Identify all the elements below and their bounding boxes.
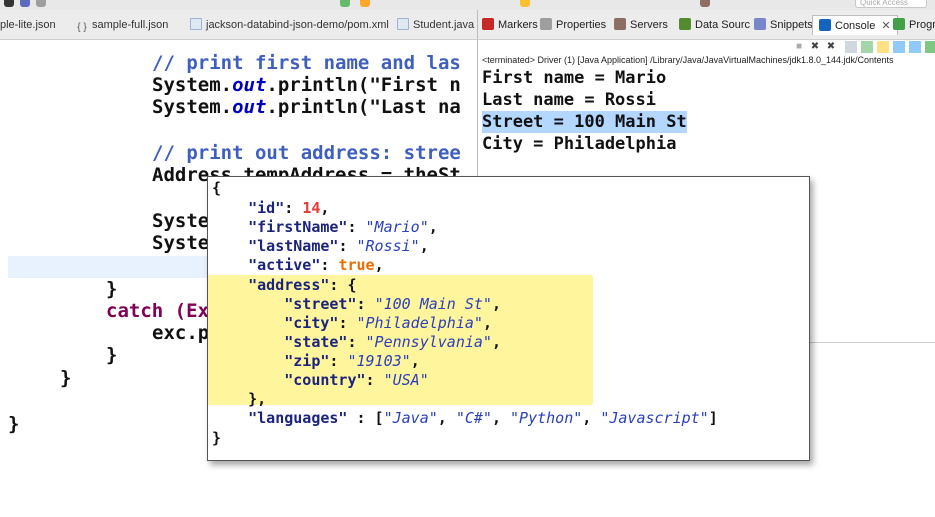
- view-tab-bar: Markers Properties Servers Data Sourc Sn…: [477, 10, 935, 40]
- toolbar-build-icon[interactable]: [360, 0, 370, 7]
- json-line: "active": true,: [248, 256, 384, 274]
- java-file-icon: [397, 18, 409, 30]
- tab-properties[interactable]: Properties: [540, 15, 606, 35]
- toolbar-run-icon[interactable]: [4, 0, 14, 7]
- servers-icon: [614, 18, 626, 30]
- progress-icon: [893, 18, 905, 30]
- editor-tab-sample-full[interactable]: { } sample-full.json: [76, 16, 168, 34]
- tab-label: Console: [835, 20, 876, 32]
- console-toolbar: ■ ✖ ✖: [735, 40, 935, 54]
- code-line: // print out address: stree: [152, 142, 461, 164]
- json-line: "country": "USA": [284, 371, 429, 389]
- json-line: "languages" : ["Java", "C#", "Python", "…: [248, 409, 718, 427]
- json-line: "firstName": "Mario",: [248, 218, 438, 236]
- toolbar-open-icon[interactable]: [700, 0, 710, 7]
- code-line: Syste: [152, 232, 210, 254]
- code-line: Syste: [152, 210, 210, 232]
- code-line: }: [106, 344, 118, 366]
- code-line: exc.p: [152, 322, 210, 344]
- code-line: System.out.println("Last na: [152, 96, 461, 118]
- word-wrap-icon[interactable]: [877, 41, 889, 53]
- tab-label: Snippets: [770, 19, 813, 31]
- tab-label: Student.java: [413, 19, 475, 31]
- remove-all-icon[interactable]: ✖: [825, 41, 837, 53]
- code-line: catch (Ex: [106, 300, 209, 322]
- tab-label: ple-lite.json: [0, 19, 56, 31]
- tab-label: Data Sourc: [695, 19, 751, 31]
- editor-tab-pom-xml[interactable]: jackson-databind-json-demo/pom.xml: [190, 16, 389, 34]
- open-console-icon[interactable]: [925, 41, 935, 53]
- tab-console[interactable]: Console ✕: [812, 15, 898, 35]
- toolbar-debug-icon[interactable]: [340, 0, 350, 7]
- terminate-icon[interactable]: ■: [793, 41, 805, 53]
- code-line: System.out.println("First n: [152, 74, 461, 96]
- editor-tab-student-java[interactable]: Student.java: [397, 16, 474, 34]
- json-line: },: [248, 390, 267, 408]
- editor-tab-sample-lite[interactable]: ple-lite.json: [0, 16, 56, 34]
- close-icon[interactable]: ✕: [881, 20, 890, 32]
- quick-access-input[interactable]: Quick Access: [855, 0, 927, 8]
- tab-label: jackson-databind-json-demo/pom.xml: [206, 19, 389, 31]
- console-status: <terminated> Driver (1) [Java Applicatio…: [482, 55, 894, 65]
- xml-file-icon: [190, 18, 202, 30]
- properties-icon: [540, 18, 552, 30]
- pin-console-icon[interactable]: [893, 41, 905, 53]
- toolbar-search-icon[interactable]: [36, 0, 46, 7]
- tab-progress[interactable]: Progress: [893, 15, 935, 35]
- scroll-lock-icon[interactable]: [861, 41, 873, 53]
- code-line: }: [60, 367, 72, 389]
- data-source-icon: [679, 18, 691, 30]
- code-line: }: [106, 278, 118, 300]
- console-output-line-selected: Street = 100 Main St: [482, 111, 687, 133]
- remove-launch-icon[interactable]: ✖: [809, 41, 821, 53]
- code-line: // print first name and las: [152, 52, 461, 74]
- json-line: "id": 14,: [248, 199, 330, 217]
- console-output-line: City = Philadelphia: [482, 134, 677, 154]
- json-preview-popup: { "id": 14, "firstName": "Mario", "lastN…: [207, 176, 810, 461]
- markers-icon: [482, 18, 494, 30]
- tab-label: sample-full.json: [92, 19, 169, 31]
- json-line: "street": "100 Main St",: [284, 295, 501, 313]
- display-console-icon[interactable]: [909, 41, 921, 53]
- tab-data-source[interactable]: Data Sourc: [679, 15, 750, 35]
- toolbar-nav-icon[interactable]: [520, 0, 530, 7]
- tab-label: Progress: [909, 19, 935, 31]
- json-line: "zip": "19103",: [284, 352, 420, 370]
- console-icon: [819, 19, 831, 31]
- snippets-icon: [754, 18, 766, 30]
- json-line: "state": "Pennsylvania",: [284, 333, 501, 351]
- editor-tab-bar: ple-lite.json { } sample-full.json jackso…: [0, 10, 477, 40]
- toolbar-save-icon[interactable]: [20, 0, 30, 7]
- tab-label: Servers: [630, 19, 668, 31]
- main-toolbar: Quick Access: [0, 0, 935, 10]
- tab-servers[interactable]: Servers: [614, 15, 668, 35]
- tab-snippets[interactable]: Snippets: [754, 15, 813, 35]
- tab-label: Markers: [498, 19, 538, 31]
- code-line: }: [8, 413, 20, 435]
- clear-console-icon[interactable]: [845, 41, 857, 53]
- json-braces-icon: { }: [77, 22, 87, 33]
- json-line: "city": "Philadelphia",: [284, 314, 492, 332]
- tab-markers[interactable]: Markers: [482, 15, 538, 35]
- json-line: {: [212, 179, 222, 197]
- json-line: "address": {: [248, 276, 357, 294]
- json-line: }: [212, 429, 222, 447]
- console-output-line: Last name = Rossi: [482, 90, 656, 110]
- json-line: "lastName": "Rossi",: [248, 237, 429, 255]
- current-line-highlight: [8, 256, 208, 278]
- tab-label: Properties: [556, 19, 607, 31]
- console-output-line: First name = Mario: [482, 68, 667, 88]
